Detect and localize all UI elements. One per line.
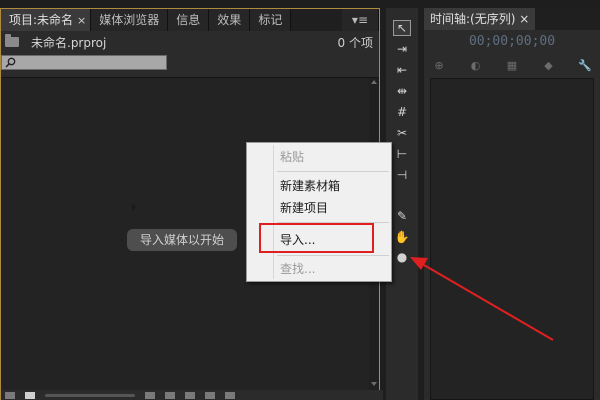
tab-info[interactable]: 信息 [168, 9, 210, 31]
marker-icon[interactable]: ◆ [540, 58, 558, 72]
search-input[interactable] [18, 56, 164, 69]
tab-markers[interactable]: 标记 [250, 9, 292, 31]
icon-view-icon[interactable] [25, 392, 35, 399]
tab-project[interactable]: 项目:未命名 × [1, 9, 92, 31]
project-bottom-bar [1, 390, 383, 400]
search-field[interactable] [1, 55, 167, 70]
zoom-tool-icon[interactable]: ● [393, 249, 411, 265]
automate-sequence-icon[interactable] [145, 392, 155, 399]
timeline-panel: 时间轴:(无序列) × 00;00;00;00 ⊕ ◐ ▦ ◆ 🔧 [424, 8, 600, 400]
import-media-hint: 导入媒体以开始 [127, 229, 237, 251]
slide-tool-icon[interactable]: ⊣ [393, 167, 411, 183]
menu-item-paste[interactable]: 粘贴 [280, 148, 304, 166]
timecode-display[interactable]: 00;00;00;00 [424, 34, 600, 49]
ripple-edit-tool-icon[interactable]: ⇤ [393, 62, 411, 78]
rate-stretch-tool-icon[interactable]: # [393, 104, 411, 120]
submenu-arrow-icon [132, 203, 136, 211]
tab-close-icon[interactable]: × [77, 14, 86, 27]
hand-tool-icon[interactable]: ✋ [393, 229, 411, 245]
menu-item-new-bin[interactable]: 新建素材箱 [280, 177, 340, 195]
premiere-workspace: 项目:未命名 × 媒体浏览器 信息 效果 标记 ▾≡ 未命名.prproj 0 个… [0, 0, 600, 400]
snap-icon[interactable]: ⊕ [430, 58, 448, 72]
zoom-slider[interactable] [45, 394, 135, 397]
list-view-icon[interactable] [5, 392, 15, 399]
tab-effects[interactable]: 效果 [209, 9, 251, 31]
folder-icon [5, 34, 19, 47]
panel-menu-icon[interactable]: ▾≡ [341, 9, 379, 31]
tab-timeline[interactable]: 时间轴:(无序列) × [424, 8, 536, 30]
wrench-icon[interactable]: 🔧 [576, 58, 594, 72]
timeline-tabbar: 时间轴:(无序列) × [424, 8, 600, 30]
menu-item-new-item[interactable]: 新建项目 [280, 199, 328, 217]
nest-icon[interactable]: ▦ [503, 58, 521, 72]
timeline-track-area[interactable] [430, 78, 594, 400]
scroll-up-icon[interactable] [371, 80, 377, 84]
project-file-name: 未命名.prproj [31, 35, 107, 50]
item-count: 0 个项 [337, 35, 373, 50]
scroll-down-icon[interactable] [371, 382, 377, 386]
pen-tool-icon[interactable]: ✎ [393, 208, 411, 224]
tab-project-label: 项目:未命名 [9, 13, 74, 27]
menu-separator [277, 171, 389, 172]
menu-gutter [273, 145, 274, 279]
tab-close-icon[interactable]: × [519, 12, 529, 26]
link-icon[interactable]: ◐ [467, 58, 485, 72]
new-bin-icon[interactable] [185, 392, 195, 399]
menu-separator [277, 255, 389, 256]
razor-tool-icon[interactable]: ✂ [393, 125, 411, 141]
context-menu: 粘贴 新建素材箱 新建项目 导入... 查找... [246, 142, 392, 282]
annotation-highlight-box [259, 223, 374, 253]
trash-icon[interactable] [225, 392, 235, 399]
new-item-icon[interactable] [205, 392, 215, 399]
selection-tool-icon[interactable]: ↖ [393, 20, 411, 36]
search-icon [5, 57, 16, 68]
rolling-edit-tool-icon[interactable]: ⇹ [393, 83, 411, 99]
track-select-tool-icon[interactable]: ⇥ [393, 41, 411, 57]
slip-tool-icon[interactable]: ⊢ [393, 146, 411, 162]
timeline-toolbar: ⊕ ◐ ▦ ◆ 🔧 [430, 56, 594, 74]
menu-item-find[interactable]: 查找... [280, 260, 315, 278]
tab-timeline-label: 时间轴:(无序列) [430, 12, 516, 26]
project-info-bar: 未命名.prproj 0 个项 [1, 33, 379, 51]
tab-media-browser[interactable]: 媒体浏览器 [91, 9, 169, 31]
project-tabbar: 项目:未命名 × 媒体浏览器 信息 效果 标记 ▾≡ [1, 9, 379, 31]
find-icon[interactable] [165, 392, 175, 399]
